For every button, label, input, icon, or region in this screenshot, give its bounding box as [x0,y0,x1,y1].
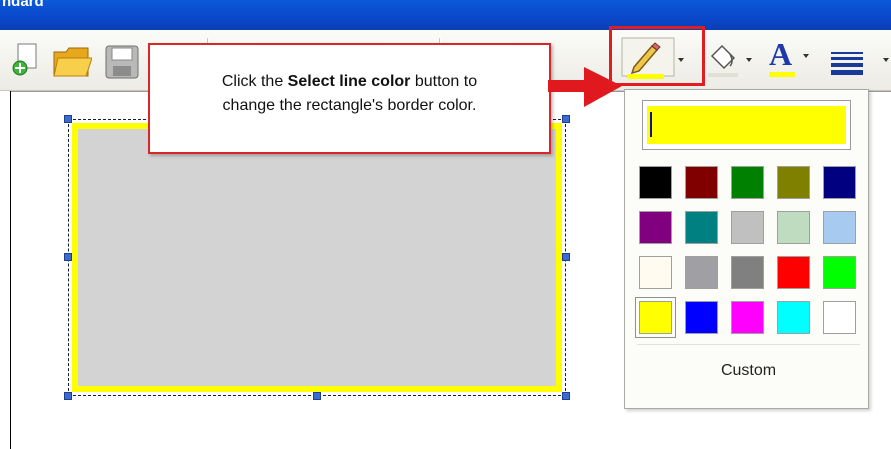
resize-handle-top-right[interactable] [562,115,570,123]
canvas-left-border [10,91,11,449]
color-swatch[interactable] [635,297,676,338]
font-color-indicator [769,72,795,77]
color-swatch[interactable] [731,256,764,289]
color-swatch[interactable] [823,301,856,334]
window-title: ndard [2,0,44,10]
color-swatch[interactable] [685,301,718,334]
callout-text-line2: change the rectangle's border color. [222,97,477,114]
color-palette-dropdown: Custom [624,89,869,409]
color-swatch[interactable] [639,256,672,289]
color-swatch[interactable] [777,301,810,334]
color-swatch[interactable] [823,211,856,244]
color-swatch[interactable] [777,211,810,244]
color-swatch[interactable] [777,166,810,199]
font-color-button[interactable]: A [765,36,823,82]
color-swatch[interactable] [777,256,810,289]
new-document-icon[interactable] [8,42,44,78]
color-swatch[interactable] [639,211,672,244]
color-swatch[interactable] [685,211,718,244]
color-swatch[interactable] [731,166,764,199]
font-color-glyph: A [769,36,793,72]
title-bar: ndard [0,0,891,30]
color-swatch[interactable] [685,256,718,289]
button-highlight-frame [609,26,705,86]
open-folder-icon[interactable] [52,44,93,80]
resize-handle-right[interactable] [562,253,570,261]
resize-handle-top-left[interactable] [64,115,72,123]
callout-text-pre: Click the [221,73,288,90]
resize-handle-bottom[interactable] [313,392,321,400]
instruction-callout: Click the Select line color button to ch… [148,43,551,154]
rectangle-shape[interactable] [72,123,562,392]
line-style-button[interactable] [827,40,891,80]
callout-text-bold: Select line color [287,73,411,90]
current-color-preview [642,100,851,150]
resize-handle-left[interactable] [64,253,72,261]
custom-color-button[interactable]: Custom [637,344,860,397]
resize-handle-bottom-right[interactable] [562,392,570,400]
callout-text-post: button to [410,73,478,90]
resize-handle-bottom-left[interactable] [64,392,72,400]
color-swatch[interactable] [731,211,764,244]
color-swatch[interactable] [639,166,672,199]
save-disk-icon[interactable] [104,44,140,80]
color-swatch[interactable] [823,166,856,199]
callout-text: Click the Select line color button to ch… [150,70,549,118]
fill-color-button[interactable] [704,40,762,80]
color-swatch[interactable] [685,166,718,199]
preview-cursor [650,112,652,137]
current-color-fill [647,106,846,144]
color-swatch[interactable] [731,301,764,334]
color-swatch[interactable] [823,256,856,289]
